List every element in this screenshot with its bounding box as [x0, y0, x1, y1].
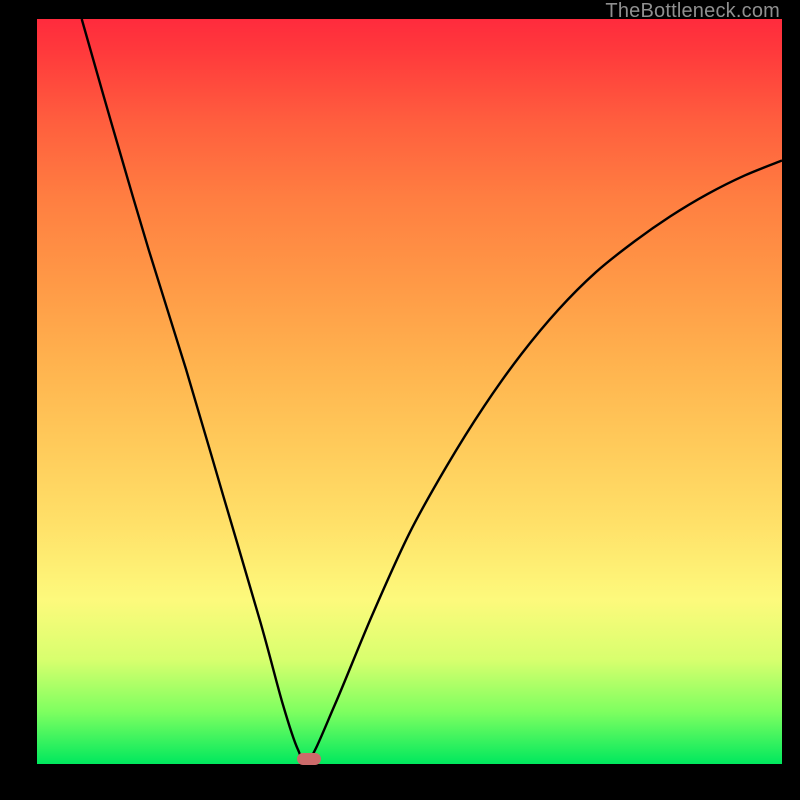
minimum-marker [297, 753, 321, 765]
plot-area [37, 19, 782, 764]
watermark-text: TheBottleneck.com [605, 0, 780, 23]
bottleneck-curve [37, 19, 782, 764]
chart-frame: TheBottleneck.com [0, 0, 800, 800]
